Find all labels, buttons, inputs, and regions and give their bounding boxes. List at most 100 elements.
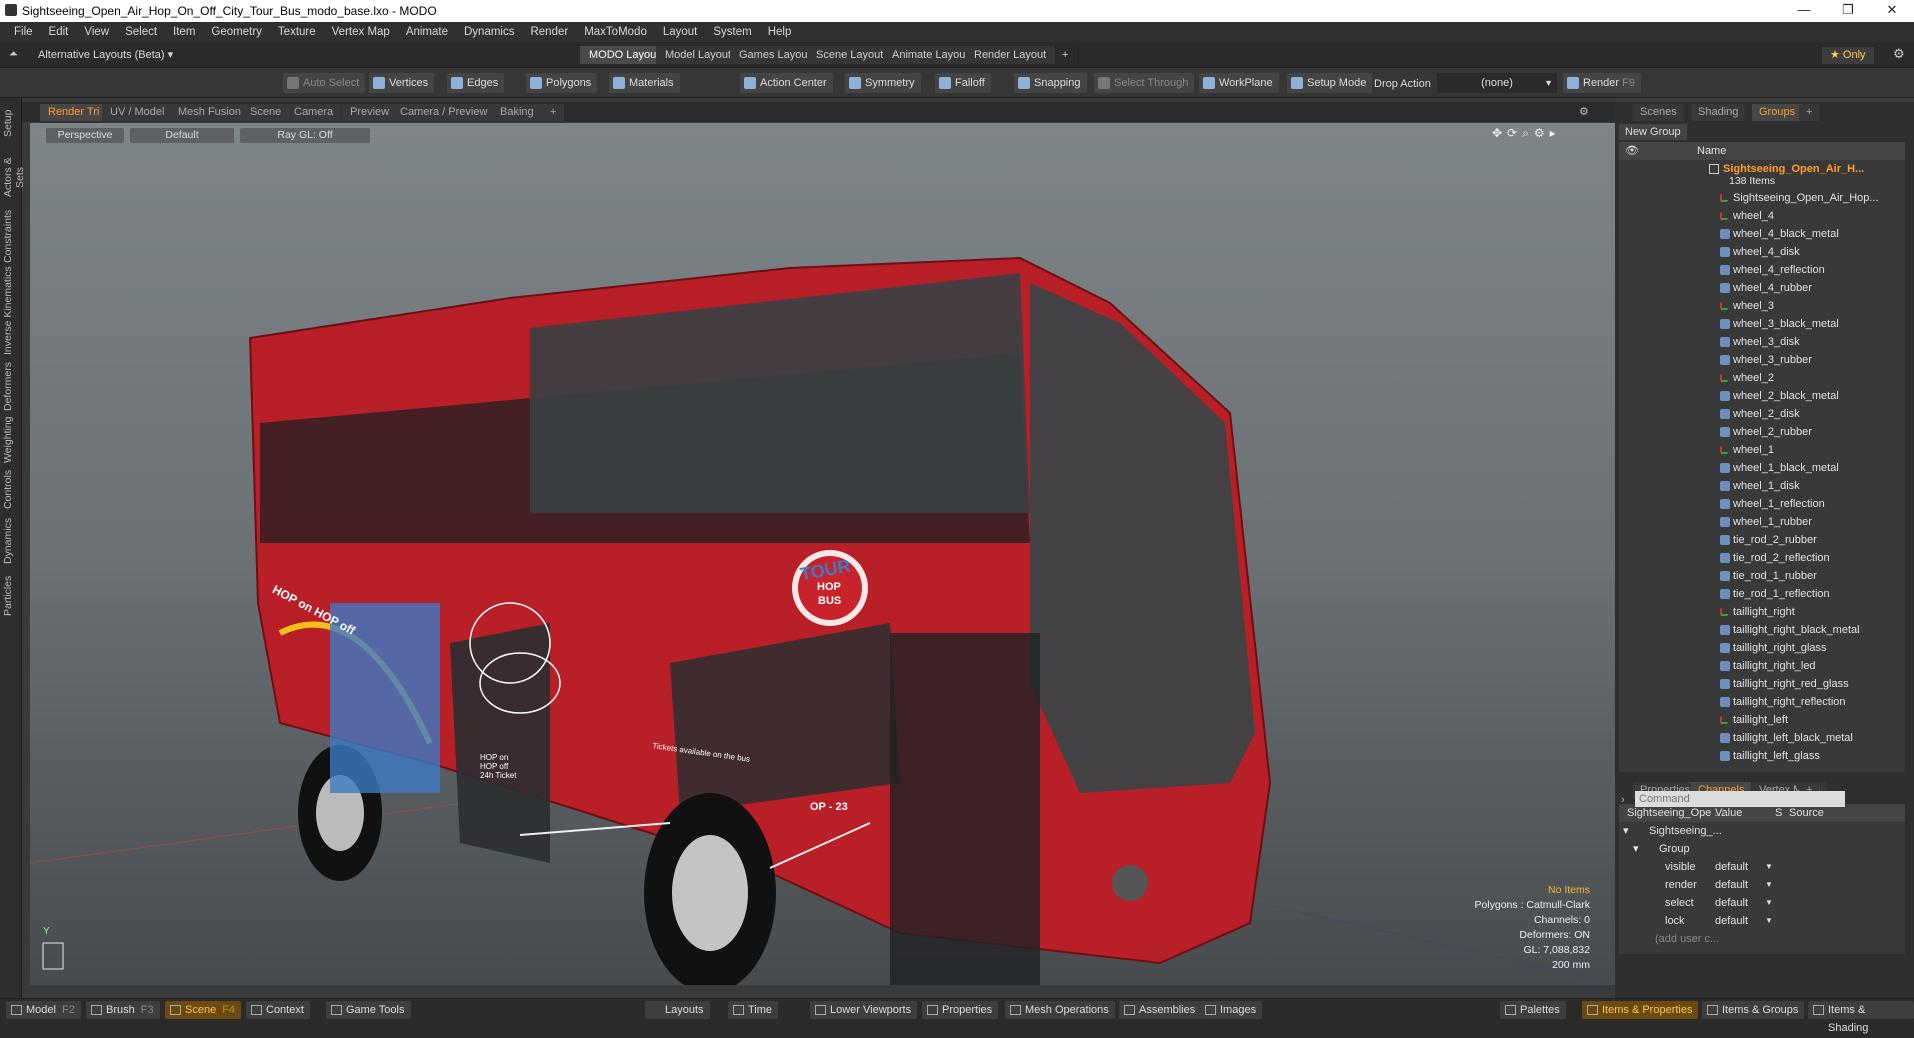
right-tab-scenes[interactable]: Scenes xyxy=(1633,104,1684,121)
tree-expand-icon[interactable]: ▾ xyxy=(1623,822,1629,840)
left-tab-setup[interactable]: Setup xyxy=(2,100,20,146)
group-item[interactable]: wheel_1_rubber xyxy=(1619,513,1905,531)
menu-file[interactable]: File xyxy=(6,26,41,38)
polygons-button[interactable]: Polygons xyxy=(526,73,598,93)
layout-tab-scene-layout[interactable]: Scene Layout xyxy=(807,46,894,64)
name-header[interactable]: Name xyxy=(1697,142,1726,160)
select-through-button[interactable]: Select Through xyxy=(1094,73,1195,93)
menu-animate[interactable]: Animate xyxy=(398,26,456,38)
channel-value[interactable]: default xyxy=(1715,894,1748,912)
context-button[interactable]: Context xyxy=(246,1001,310,1019)
channel-group-row[interactable]: ▾ Group xyxy=(1619,840,1905,858)
group-item[interactable]: tie_rod_2_rubber xyxy=(1619,531,1905,549)
menu-help[interactable]: Help xyxy=(760,26,800,38)
group-item[interactable]: tie_rod_1_reflection xyxy=(1619,585,1905,603)
images-button[interactable]: Images xyxy=(1200,1001,1263,1019)
group-item[interactable]: wheel_3_rubber xyxy=(1619,351,1905,369)
group-item[interactable]: taillight_left xyxy=(1619,711,1905,729)
right-tab-groups[interactable]: Groups xyxy=(1752,104,1803,121)
edges-button[interactable]: Edges xyxy=(447,73,505,93)
viewport-tab-uv-model[interactable]: UV / Model xyxy=(102,104,173,121)
viewport-tab-baking[interactable]: Baking xyxy=(492,104,542,121)
channel-value[interactable]: default xyxy=(1715,858,1748,876)
layouts-button[interactable]: Layouts xyxy=(645,1001,710,1019)
menu-geometry[interactable]: Geometry xyxy=(203,26,270,38)
items-shading-button[interactable]: Items & Shading xyxy=(1808,1001,1914,1034)
menu-item[interactable]: Item xyxy=(165,26,203,38)
lower-viewports-button[interactable]: Lower Viewports xyxy=(810,1001,918,1019)
viewport-tab-camera[interactable]: Camera xyxy=(286,104,342,121)
layout-tab-render-layout[interactable]: Render Layout xyxy=(965,46,1057,64)
channel-row-select[interactable]: select default ▼ xyxy=(1619,894,1905,912)
viewport-tab-camera-preview[interactable]: Camera / Preview xyxy=(392,104,496,121)
left-tab-inverse-kinematics[interactable]: Inverse Kinematics xyxy=(2,264,20,358)
restore-button[interactable]: ❐ xyxy=(1826,0,1870,22)
group-item[interactable]: wheel_2_rubber xyxy=(1619,423,1905,441)
add-user-channel[interactable]: (add user c... xyxy=(1619,930,1905,948)
3d-viewport[interactable]: Perspective Default Ray GL: Off ✥⟳⌕⚙▸ TO… xyxy=(30,123,1615,985)
menu-layout[interactable]: Layout xyxy=(655,26,706,38)
channel-row-render[interactable]: render default ▼ xyxy=(1619,876,1905,894)
items-groups-button[interactable]: Items & Groups xyxy=(1702,1001,1805,1019)
model-mode-button[interactable]: Model F2 xyxy=(6,1001,81,1019)
workplane-button[interactable]: WorkPlane xyxy=(1199,73,1279,93)
materials-button[interactable]: Materials xyxy=(609,73,680,93)
snapping-button[interactable]: Snapping xyxy=(1014,73,1087,93)
setup-mode-button[interactable]: Setup Mode xyxy=(1287,73,1373,93)
assemblies-button[interactable]: Assemblies xyxy=(1119,1001,1202,1019)
group-item[interactable]: taillight_right_reflection xyxy=(1619,693,1905,711)
falloff-button[interactable]: Falloff xyxy=(935,73,991,93)
menu-select[interactable]: Select xyxy=(117,26,165,38)
chevron-down-icon[interactable]: ▼ xyxy=(1765,858,1773,876)
groups-list[interactable]: 👁 Name Sightseeing_Open_Air_H... 138 Ite… xyxy=(1619,142,1905,772)
chevron-down-icon[interactable]: ▼ xyxy=(1765,876,1773,894)
layout-selector[interactable]: Alternative Layouts (Beta) ▾ xyxy=(38,48,173,61)
channel-value[interactable]: default xyxy=(1715,912,1748,930)
group-item[interactable]: wheel_3_black_metal xyxy=(1619,315,1905,333)
menu-vertex-map[interactable]: Vertex Map xyxy=(324,26,398,38)
left-tab-controls[interactable]: Controls xyxy=(2,466,20,512)
channels-table[interactable]: Sightseeing_Ope ... Value S Source ▾ Sigh… xyxy=(1619,804,1905,954)
viewport-tab-scene[interactable]: Scene xyxy=(242,104,290,121)
symmetry-button[interactable]: Symmetry xyxy=(845,73,921,93)
left-tab-actors-sets[interactable]: Actors & Sets xyxy=(2,146,26,208)
group-item[interactable]: wheel_1 xyxy=(1619,441,1905,459)
add-layout-button[interactable]: + xyxy=(1053,46,1079,64)
group-item[interactable]: wheel_3 xyxy=(1619,297,1905,315)
group-item[interactable]: taillight_right_glass xyxy=(1619,639,1905,657)
close-button[interactable]: ✕ xyxy=(1870,0,1914,22)
group-item[interactable]: tie_rod_2_reflection xyxy=(1619,549,1905,567)
chevron-down-icon[interactable]: ▼ xyxy=(1765,912,1773,930)
menu-maxtomodo[interactable]: MaxToModo xyxy=(576,26,655,38)
group-item[interactable]: wheel_1_disk xyxy=(1619,477,1905,495)
group-item[interactable]: wheel_1_black_metal xyxy=(1619,459,1905,477)
group-item[interactable]: wheel_2_disk xyxy=(1619,405,1905,423)
viewport-tab-mesh-fusion[interactable]: Mesh Fusion xyxy=(170,104,249,121)
group-item[interactable]: wheel_4 xyxy=(1619,207,1905,225)
group-item[interactable]: wheel_2_black_metal xyxy=(1619,387,1905,405)
action-center-button[interactable]: Action Center xyxy=(740,73,833,93)
group-item[interactable]: taillight_right_led xyxy=(1619,657,1905,675)
channel-value[interactable]: default xyxy=(1715,876,1748,894)
group-item[interactable]: wheel_3_disk xyxy=(1619,333,1905,351)
left-tab-deformers[interactable]: Deformers xyxy=(2,358,20,414)
viewport-tab-render-tri[interactable]: Render Tri xyxy=(40,104,108,121)
group-item[interactable]: wheel_4_disk xyxy=(1619,243,1905,261)
menu-edit[interactable]: Edit xyxy=(41,26,77,38)
auto-select-button[interactable]: Auto Select xyxy=(283,73,366,93)
group-item[interactable]: wheel_1_reflection xyxy=(1619,495,1905,513)
channel-item-row[interactable]: ▾ Sightseeing_... xyxy=(1619,822,1905,840)
left-tab-weighting[interactable]: Weighting xyxy=(2,414,20,466)
properties-button[interactable]: Properties xyxy=(922,1001,999,1019)
palettes-button[interactable]: Palettes xyxy=(1500,1001,1566,1019)
group-item[interactable]: taillight_right_black_metal xyxy=(1619,621,1905,639)
group-item[interactable]: wheel_4_reflection xyxy=(1619,261,1905,279)
menu-view[interactable]: View xyxy=(76,26,117,38)
brush-mode-button[interactable]: Brush F3 xyxy=(86,1001,160,1019)
only-toggle[interactable]: ★ Only xyxy=(1822,47,1874,64)
items-properties-button[interactable]: Items & Properties xyxy=(1582,1001,1699,1019)
render-button[interactable]: Render F9 xyxy=(1563,73,1641,93)
viewport-tab-preview[interactable]: Preview xyxy=(342,104,398,121)
command-input[interactable] xyxy=(1635,791,1845,807)
viewport-tab-add[interactable]: + xyxy=(542,104,565,121)
